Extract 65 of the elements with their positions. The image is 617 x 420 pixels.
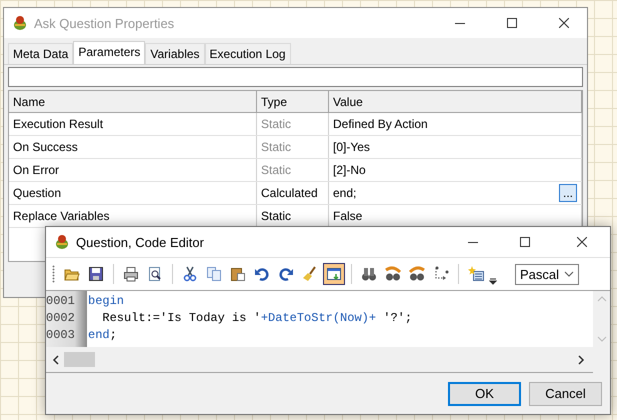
maximize-icon <box>520 237 530 247</box>
chevron-right-icon <box>577 354 585 364</box>
tab[interactable]: Variables <box>145 43 205 64</box>
table-cell: On Error <box>9 159 257 181</box>
preview-icon <box>147 266 163 282</box>
close-icon <box>559 18 569 28</box>
table-cell: Defined By Action <box>333 117 428 131</box>
chevron-up-icon <box>596 295 606 302</box>
table-cell: Static <box>257 159 329 181</box>
undo-icon <box>254 266 270 282</box>
table-cell: Question <box>9 182 257 204</box>
table-cell: end; <box>333 186 356 200</box>
vertical-scrollbar[interactable] <box>593 291 610 347</box>
column-header[interactable]: Type <box>257 91 329 112</box>
scrollbar-thumb[interactable] <box>64 352 95 367</box>
table-cell: Static <box>257 136 329 158</box>
dialog-button[interactable]: OK <box>448 382 521 406</box>
filter-field[interactable] <box>8 67 583 87</box>
column-header[interactable]: Value <box>329 91 582 112</box>
table-cell: On Success <box>9 136 257 158</box>
horizontal-scrollbar[interactable] <box>46 347 593 373</box>
copy-icon <box>206 266 222 282</box>
save-icon <box>88 266 104 282</box>
broom-icon <box>302 266 318 282</box>
dotted-arrow-icon <box>433 266 449 282</box>
column-header[interactable]: Name <box>9 91 257 112</box>
table-cell: [2]-No <box>333 163 366 177</box>
toolbar-grip[interactable] <box>52 265 55 283</box>
binoculars-icon <box>361 266 377 282</box>
line-number: 0001 <box>46 293 76 310</box>
line-number: 0003 <box>46 327 76 344</box>
tab[interactable]: Parameters <box>73 41 146 64</box>
chevron-down-icon <box>596 336 606 343</box>
table-cell: [0]-Yes <box>333 140 370 154</box>
window-title: Ask Question Properties <box>34 16 176 30</box>
window-title: Question, Code Editor <box>76 234 205 250</box>
language-dropdown[interactable]: Pascal <box>515 264 579 284</box>
code-line: end; <box>88 327 118 344</box>
scissors-icon <box>182 266 198 282</box>
bug-icon <box>12 15 28 31</box>
code-line: begin <box>88 293 126 310</box>
tab[interactable]: Execution Log <box>204 43 291 64</box>
window-pane-icon <box>326 266 342 282</box>
line-number: 0002 <box>46 310 76 327</box>
table-cell: Static <box>257 113 329 135</box>
table-cell: Execution Result <box>9 113 257 135</box>
dialog-button[interactable]: Cancel <box>529 382 602 406</box>
table-cell: Calculated <box>257 182 329 204</box>
chevron-left-icon <box>52 354 60 364</box>
clipboard-icon <box>230 266 246 282</box>
code-line: Result:='Is Today is '+DateToStr(Now)+ '?'; <box>101 310 414 327</box>
binoculars-arrow-icon <box>409 266 425 282</box>
bug-icon <box>54 234 70 250</box>
printer-icon <box>123 266 139 282</box>
toolbar-button[interactable] <box>323 263 345 285</box>
chevron-down-icon <box>564 271 574 277</box>
redo-icon <box>278 266 294 282</box>
star-list-icon <box>468 266 484 282</box>
caret-icon <box>489 278 497 285</box>
tab[interactable]: Meta Data <box>8 43 74 64</box>
binoculars-arrow-icon <box>385 266 401 282</box>
close-icon <box>577 237 587 247</box>
maximize-icon <box>507 18 517 28</box>
ellipsis-button[interactable]: ... <box>559 184 577 202</box>
table-cell: False <box>333 209 362 223</box>
